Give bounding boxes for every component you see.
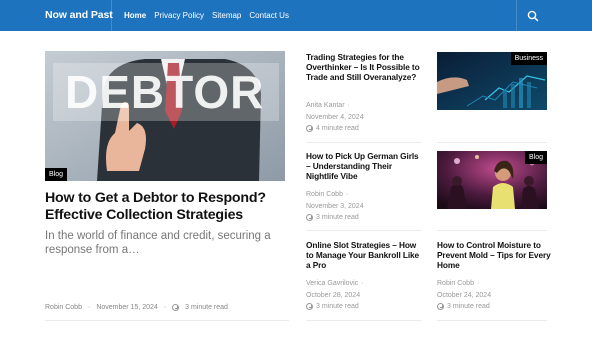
clock-icon xyxy=(437,303,444,310)
author-link[interactable]: Verica Gavrilovic xyxy=(306,280,358,287)
meta-separator: · xyxy=(347,102,350,109)
category-badge[interactable]: Blog xyxy=(45,168,68,181)
read-time: 3 minute read xyxy=(316,214,359,221)
clock-icon xyxy=(306,125,313,132)
post-date: November 4, 2024 xyxy=(306,114,364,121)
post-date: November 15, 2024 xyxy=(96,304,158,311)
divider xyxy=(437,142,547,143)
divider xyxy=(437,320,547,321)
main-nav: Home Privacy Policy Sitemap Contact Us xyxy=(124,11,289,20)
category-badge[interactable]: Blog xyxy=(524,151,547,164)
nav-contact-us[interactable]: Contact Us xyxy=(249,11,289,20)
nav-sitemap[interactable]: Sitemap xyxy=(212,11,241,20)
site-header: Now and Past Home Privacy Policy Sitemap… xyxy=(0,0,592,31)
hero-meta: Robin Cobb · November 15, 2024 · 3 minut… xyxy=(45,304,228,311)
hero-image[interactable]: DEBTOR Blog xyxy=(45,51,285,181)
author-link[interactable]: Robin Cobb xyxy=(45,304,82,311)
post-date: October 24, 2024 xyxy=(437,292,492,299)
read-time: 3 minute read xyxy=(447,303,490,310)
article-meta: Anita Kantar · xyxy=(306,102,350,109)
site-logo[interactable]: Now and Past xyxy=(45,9,113,21)
article-thumbnail[interactable]: Blog xyxy=(437,151,547,209)
author-link[interactable]: Robin Cobb xyxy=(306,191,343,198)
read-time-row: 3 minute read xyxy=(306,214,359,221)
article-title[interactable]: How to Control Moisture to Prevent Mold … xyxy=(437,240,553,270)
divider xyxy=(437,230,547,231)
read-time: 3 minute read xyxy=(316,303,359,310)
clock-icon xyxy=(306,303,313,310)
read-time: 4 minute read xyxy=(316,125,359,132)
read-time-row: 3 minute read xyxy=(306,303,359,310)
meta-separator: · xyxy=(163,304,167,311)
article-meta: Robin Cobb · xyxy=(437,280,479,287)
divider xyxy=(306,320,421,321)
hero-excerpt: In the world of finance and credit, secu… xyxy=(45,230,271,256)
read-time-row: 3 minute read xyxy=(437,303,490,310)
clock-icon xyxy=(172,304,180,311)
meta-separator: · xyxy=(87,304,91,311)
author-link[interactable]: Anita Kantar xyxy=(306,102,345,109)
meta-separator: · xyxy=(345,191,349,198)
hero-title[interactable]: How to Get a Debtor to Respond? Effectiv… xyxy=(45,190,289,224)
read-time: 3 minute read xyxy=(185,304,228,311)
meta-separator: · xyxy=(361,280,364,287)
header-divider xyxy=(516,0,517,31)
divider xyxy=(45,320,289,321)
divider xyxy=(306,142,421,143)
header-divider xyxy=(111,0,112,31)
post-date: November 3, 2024 xyxy=(306,203,364,210)
article-title[interactable]: Online Slot Strategies – How to Manage Y… xyxy=(306,240,420,270)
post-date: October 28, 2024 xyxy=(306,292,361,299)
category-badge[interactable]: Business xyxy=(510,52,547,65)
search-icon[interactable] xyxy=(526,9,540,23)
hero-image-text: DEBTOR xyxy=(65,66,265,118)
read-time-row: 4 minute read xyxy=(306,125,359,132)
article-thumbnail[interactable]: Business xyxy=(437,52,547,110)
article-title[interactable]: How to Pick Up German Girls – Understand… xyxy=(306,151,422,181)
clock-icon xyxy=(306,214,313,221)
author-link[interactable]: Robin Cobb xyxy=(437,280,474,287)
article-meta: Verica Gavrilovic · xyxy=(306,280,363,287)
divider xyxy=(306,230,421,231)
nav-privacy-policy[interactable]: Privacy Policy xyxy=(154,11,204,20)
article-meta: Robin Cobb · xyxy=(306,191,348,198)
meta-separator: · xyxy=(476,280,480,287)
nav-home[interactable]: Home xyxy=(124,11,146,20)
article-title[interactable]: Trading Strategies for the Overthinker –… xyxy=(306,52,424,82)
